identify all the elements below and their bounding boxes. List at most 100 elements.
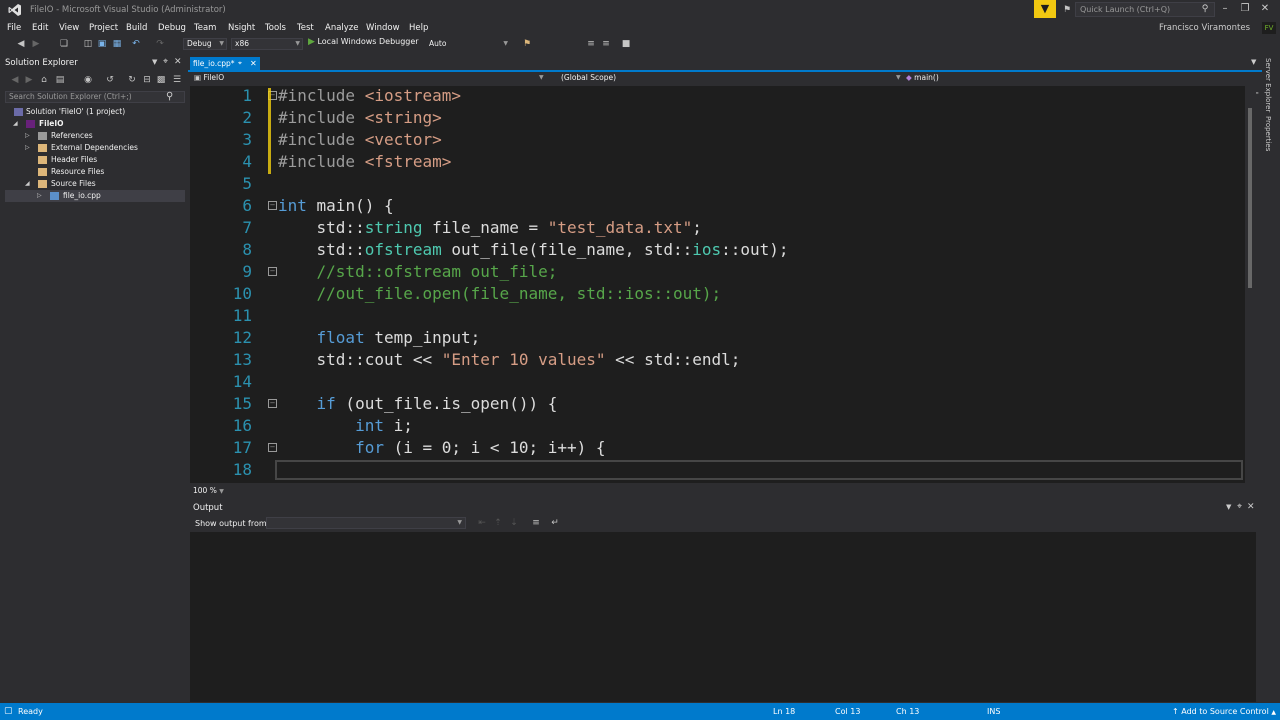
- collapse-icon[interactable]: −: [268, 201, 277, 210]
- back-icon[interactable]: ◀: [9, 74, 21, 86]
- avatar[interactable]: FV: [1262, 22, 1276, 34]
- tree-item-references[interactable]: ▷ References: [5, 130, 185, 142]
- solution-platform-dropdown[interactable]: x86 ▼: [231, 38, 303, 50]
- tree-item-external-dependencies[interactable]: ▷ External Dependencies: [5, 142, 185, 154]
- collapse-all-icon[interactable]: ⊟: [141, 74, 153, 86]
- expanded-arrow-icon[interactable]: ◢: [25, 178, 33, 190]
- scope-navigation-dropdown[interactable]: (Global Scope): [561, 73, 901, 83]
- tree-item-label: Solution 'FileIO' (1 project): [26, 107, 126, 116]
- new-project-icon[interactable]: ❏: [58, 38, 70, 50]
- collapsed-arrow-icon[interactable]: ▷: [25, 130, 33, 142]
- open-file-icon[interactable]: ◫: [82, 38, 94, 50]
- menu-nsight[interactable]: Nsight: [228, 23, 255, 33]
- tree-item-header-files[interactable]: Header Files: [5, 154, 185, 166]
- menu-edit[interactable]: Edit: [32, 23, 48, 33]
- menu-team[interactable]: Team: [194, 23, 216, 33]
- forward-icon[interactable]: ▶: [23, 74, 35, 86]
- show-all-files-icon[interactable]: ▩: [155, 74, 167, 86]
- close-window-button[interactable]: ✕: [1256, 2, 1274, 16]
- collapsed-arrow-icon[interactable]: ▷: [37, 190, 45, 202]
- chevron-down-icon: ▼: [896, 74, 901, 81]
- properties-icon[interactable]: ☰: [171, 74, 183, 86]
- redo-icon[interactable]: ↷: [154, 38, 166, 50]
- menu-build[interactable]: Build: [126, 23, 147, 33]
- start-debugging-button[interactable]: ▶ Local Windows Debugger: [308, 37, 419, 47]
- menu-project[interactable]: Project: [89, 23, 118, 33]
- close-icon[interactable]: ✕: [174, 57, 182, 67]
- quick-launch-input[interactable]: Quick Launch (Ctrl+Q): [1075, 2, 1215, 17]
- add-to-source-control-button[interactable]: ↑ Add to Source Control ▲: [1172, 707, 1276, 716]
- code-editor[interactable]: 1− #include <iostream> 2 #include <string>…: [190, 86, 1245, 483]
- indent-icon[interactable]: ≡: [585, 38, 597, 50]
- expanded-arrow-icon[interactable]: ◢: [13, 118, 21, 130]
- zoom-level-dropdown[interactable]: 100 % ▼: [193, 486, 224, 495]
- menu-file[interactable]: File: [7, 23, 21, 33]
- horizontal-scrollbar[interactable]: [238, 485, 1242, 493]
- menu-view[interactable]: View: [59, 23, 79, 33]
- tab-file-io-cpp[interactable]: file_io.cpp* ⌖ ✕: [190, 57, 260, 70]
- collapse-icon[interactable]: −: [268, 443, 277, 452]
- maximize-button[interactable]: ❐: [1236, 2, 1254, 16]
- close-icon[interactable]: ✕: [1247, 502, 1255, 512]
- tree-item-label: Header Files: [51, 155, 98, 164]
- tab-overflow-icon[interactable]: ▼: [1251, 58, 1256, 66]
- back-icon[interactable]: ◀: [15, 38, 27, 50]
- save-icon[interactable]: ▣: [96, 38, 108, 50]
- solution-configuration-dropdown[interactable]: Debug ▼: [183, 38, 227, 50]
- feedback-icon[interactable]: ⚑: [1061, 4, 1073, 16]
- vertical-scrollbar-thumb[interactable]: [1248, 108, 1252, 288]
- menu-analyze[interactable]: Analyze: [325, 23, 359, 33]
- account-name[interactable]: Francisco Viramontes: [1159, 23, 1250, 33]
- close-tab-icon[interactable]: ✕: [250, 57, 257, 70]
- side-tab-server-explorer[interactable]: Server Explorer: [1264, 58, 1272, 112]
- tree-item-source-files[interactable]: ◢ Source Files: [5, 178, 185, 190]
- tree-item-solution[interactable]: Solution 'FileIO' (1 project): [5, 106, 185, 118]
- pending-changes-icon[interactable]: ◉: [82, 74, 94, 86]
- search-icon[interactable]: ⚲: [166, 91, 173, 102]
- undo-icon[interactable]: ↶: [130, 38, 142, 50]
- bookmark-icon[interactable]: ■: [620, 38, 632, 50]
- chevron-down-icon[interactable]: ▼: [1226, 503, 1231, 511]
- member-navigation-dropdown[interactable]: ◆ main(): [906, 73, 1236, 83]
- output-source-dropdown[interactable]: ▼: [266, 517, 466, 529]
- switch-views-icon[interactable]: ▤: [54, 74, 66, 86]
- tree-item-project[interactable]: ◢ FileIO: [5, 118, 185, 130]
- save-all-icon[interactable]: ▦: [111, 38, 123, 50]
- clear-all-icon[interactable]: ≡: [530, 517, 542, 529]
- project-navigation-dropdown[interactable]: ▣ FileIO: [194, 73, 544, 83]
- menu-tools[interactable]: Tools: [265, 23, 286, 33]
- word-wrap-icon[interactable]: ↵: [549, 517, 561, 529]
- menu-test[interactable]: Test: [297, 23, 314, 33]
- find-message-icon[interactable]: ⇤: [476, 517, 488, 529]
- menu-help[interactable]: Help: [409, 23, 428, 33]
- refresh-icon[interactable]: ↻: [126, 74, 138, 86]
- minimize-button[interactable]: –: [1216, 2, 1234, 16]
- output-content[interactable]: [190, 532, 1256, 702]
- side-tab-properties[interactable]: Properties: [1264, 116, 1272, 151]
- menu-debug[interactable]: Debug: [158, 23, 186, 33]
- line-number: 17: [232, 438, 252, 457]
- notification-flag-icon[interactable]: ▼: [1034, 0, 1056, 18]
- find-in-files-icon[interactable]: ⚑: [521, 38, 533, 50]
- search-icon[interactable]: ⚲: [1199, 3, 1211, 15]
- tree-item-file-io-cpp[interactable]: ▷ file_io.cpp: [5, 190, 185, 202]
- chevron-down-icon[interactable]: ▼: [152, 58, 157, 66]
- debug-mode-dropdown[interactable]: Auto ▼: [425, 38, 511, 50]
- next-message-icon[interactable]: ⇣: [508, 517, 520, 529]
- menu-window[interactable]: Window: [366, 23, 400, 33]
- solution-explorer-search-input[interactable]: Search Solution Explorer (Ctrl+;): [5, 91, 185, 103]
- home-icon[interactable]: ⌂: [38, 74, 50, 86]
- prev-message-icon[interactable]: ⇡: [492, 517, 504, 529]
- tree-item-resource-files[interactable]: Resource Files: [5, 166, 185, 178]
- folder-icon: [38, 144, 47, 152]
- sync-icon[interactable]: ↺: [104, 74, 116, 86]
- forward-icon[interactable]: ▶: [30, 38, 42, 50]
- collapse-icon[interactable]: −: [268, 399, 277, 408]
- outdent-icon[interactable]: ≡: [600, 38, 612, 50]
- pin-icon[interactable]: ⌖: [163, 57, 168, 67]
- collapsed-arrow-icon[interactable]: ▷: [25, 142, 33, 154]
- status-character: Ch 13: [896, 707, 920, 716]
- pin-icon[interactable]: ⌖: [1237, 502, 1242, 512]
- collapse-icon[interactable]: −: [268, 267, 277, 276]
- pin-icon[interactable]: ⌖: [238, 57, 242, 70]
